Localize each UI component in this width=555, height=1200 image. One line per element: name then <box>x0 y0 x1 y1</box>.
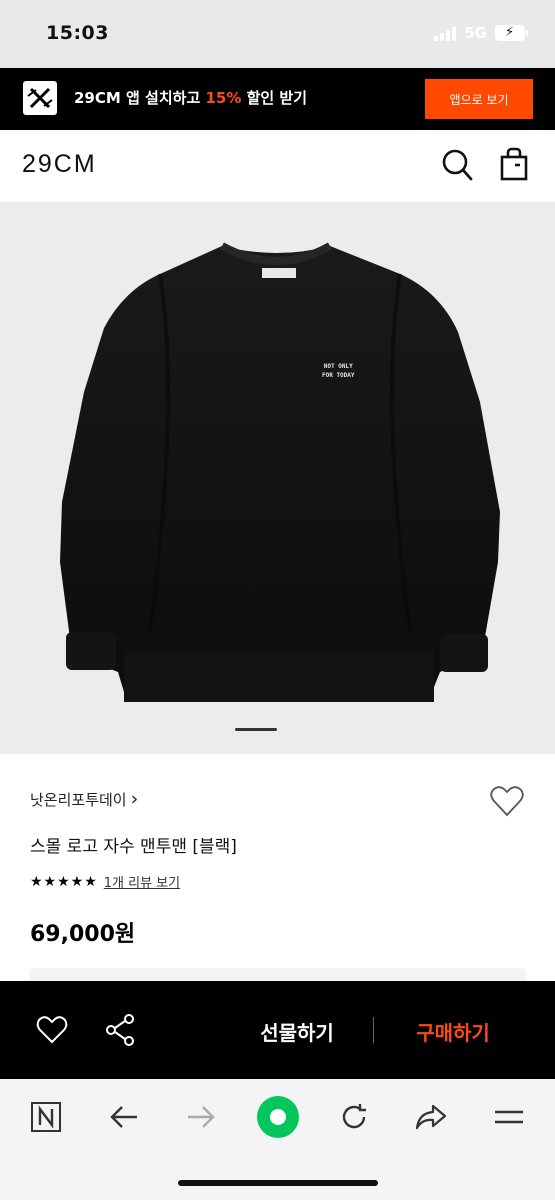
buy-button[interactable]: 구매하기 <box>394 1011 512 1051</box>
open-app-button[interactable]: 앱으로 보기 <box>425 79 533 119</box>
battery-icon: ⚡ <box>495 25 528 41</box>
home-green-circle-icon[interactable] <box>256 1095 300 1139</box>
star-rating: ★★★★★ <box>30 873 98 890</box>
divider <box>373 1017 374 1043</box>
price: 69,000원 <box>30 922 136 947</box>
embroidery-logo: NOT ONLY FOR TODAY <box>322 363 355 379</box>
reload-icon[interactable] <box>334 1097 374 1137</box>
status-time: 15:03 <box>46 22 109 44</box>
app-install-banner: 29CM 앱 설치하고 15% 할인 받기 앱으로 보기 <box>0 68 555 130</box>
brand-name: 낫온리포투데이 <box>30 791 127 809</box>
naver-n-icon[interactable] <box>26 1097 66 1137</box>
gift-button[interactable]: 선물하기 <box>238 1011 356 1051</box>
site-header: 29CM <box>0 130 555 202</box>
chevron-right-icon: › <box>130 788 139 810</box>
menu-icon[interactable] <box>489 1097 529 1137</box>
heart-icon[interactable] <box>36 1015 68 1045</box>
share-arrow-icon[interactable] <box>411 1097 451 1137</box>
close-icon[interactable] <box>22 80 58 116</box>
brand-link[interactable]: 낫온리포투데이 › <box>30 789 138 810</box>
share-icon[interactable] <box>104 1013 136 1047</box>
rating: ★★★★★ 1개 리뷰 보기 <box>30 872 180 892</box>
product-image[interactable]: NOT ONLY FOR TODAY <box>0 202 555 754</box>
signal-icon <box>434 25 457 41</box>
review-link[interactable]: 1개 리뷰 보기 <box>104 872 180 891</box>
sweatshirt-image <box>60 242 500 702</box>
back-arrow-icon[interactable] <box>104 1097 144 1137</box>
status-bar: 15:03 5G ⚡ <box>0 0 555 68</box>
search-icon[interactable] <box>441 148 473 182</box>
action-bar: 선물하기 구매하기 <box>0 981 555 1079</box>
shopping-bag-icon[interactable] <box>499 147 529 181</box>
forward-arrow-icon[interactable] <box>181 1097 221 1137</box>
info-box <box>30 968 526 982</box>
heart-icon[interactable] <box>489 784 525 818</box>
product-name: 스몰 로고 자수 맨투맨 [블랙] <box>30 837 237 857</box>
logo[interactable]: 29CM <box>22 150 97 179</box>
status-indicators: 5G ⚡ <box>434 24 528 42</box>
promo-text: 29CM 앱 설치하고 15% 할인 받기 <box>74 89 308 107</box>
home-indicator <box>178 1180 378 1186</box>
network-label: 5G <box>464 24 487 42</box>
browser-toolbar <box>0 1079 555 1200</box>
slide-indicator <box>235 728 277 731</box>
